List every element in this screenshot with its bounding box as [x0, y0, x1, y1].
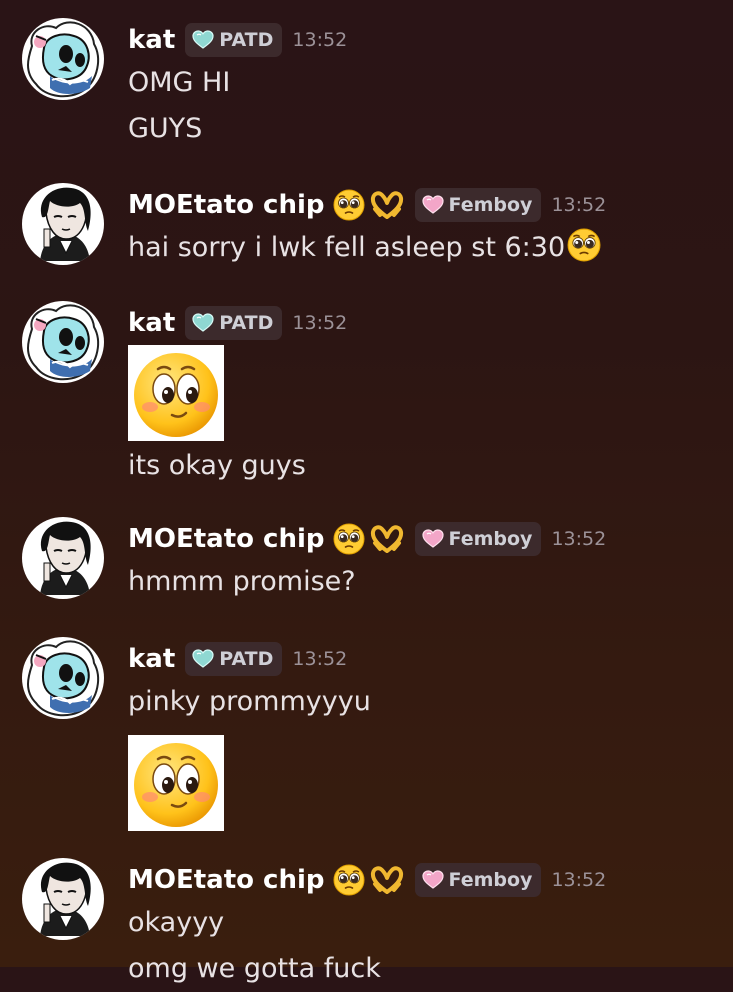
username[interactable]: MOEtato chip	[128, 865, 325, 895]
message-text: its okay guys	[128, 450, 306, 481]
server-tag-label: Femboy	[448, 528, 533, 550]
heart-icon	[422, 870, 444, 890]
server-tag[interactable]: PATD	[185, 23, 283, 57]
message-header: kat PATD 13:52	[128, 303, 713, 343]
heart-icon	[192, 30, 214, 50]
heart-icon	[192, 649, 214, 669]
message-text: GUYS	[128, 113, 203, 144]
pleading-face-emoji-icon	[333, 523, 365, 555]
avatar[interactable]	[22, 858, 104, 940]
heart-icon	[192, 313, 214, 333]
server-tag[interactable]: PATD	[185, 642, 283, 676]
server-tag[interactable]: PATD	[185, 306, 283, 340]
message-text: okayyy	[128, 907, 225, 938]
username[interactable]: MOEtato chip	[128, 524, 325, 554]
timestamp: 13:52	[551, 528, 607, 550]
heart-icon	[422, 529, 444, 549]
message-text: omg we gotta fuck	[128, 953, 381, 984]
heart-icon	[422, 195, 444, 215]
message-text: hai sorry i lwk fell asleep st 6:30	[128, 225, 713, 271]
message-header: kat PATD 13:52	[128, 639, 713, 679]
message-header: MOEtato chip Femboy 13:52	[128, 185, 713, 225]
heart-hands-emoji-icon	[369, 864, 405, 896]
avatar[interactable]	[22, 18, 104, 100]
heart-hands-emoji-icon	[369, 523, 405, 555]
avatar[interactable]	[22, 517, 104, 599]
avatar[interactable]	[22, 637, 104, 719]
avatar[interactable]	[22, 301, 104, 383]
server-tag-label: PATD	[219, 312, 274, 334]
heart-hands-emoji-icon	[369, 189, 405, 221]
timestamp: 13:52	[292, 312, 348, 334]
message-text: hmmm promise?	[128, 566, 356, 597]
timestamp: 13:52	[551, 869, 607, 891]
server-tag-label: PATD	[219, 29, 274, 51]
pleading-face-emoji-icon	[333, 189, 365, 221]
side-eye-face-emoji-icon[interactable]	[128, 735, 224, 831]
timestamp: 13:52	[292, 29, 348, 51]
chat-message-list[interactable]: kat PATD 13:52 OMG HI GUYS MOEtato chip …	[0, 0, 733, 984]
message-header: MOEtato chip Femboy 13:52	[128, 519, 713, 559]
server-tag-label: PATD	[219, 648, 274, 670]
server-tag[interactable]: Femboy	[414, 188, 542, 222]
server-tag-label: Femboy	[448, 194, 533, 216]
username[interactable]: kat	[128, 308, 175, 338]
avatar[interactable]	[22, 183, 104, 265]
username[interactable]: kat	[128, 25, 175, 55]
side-eye-face-emoji-icon[interactable]	[128, 345, 224, 441]
server-tag[interactable]: Femboy	[414, 863, 542, 897]
message-header: kat PATD 13:52	[128, 20, 713, 60]
pleading-face-emoji-icon	[567, 228, 601, 262]
server-tag-label: Femboy	[448, 869, 533, 891]
timestamp: 13:52	[292, 648, 348, 670]
username[interactable]: MOEtato chip	[128, 190, 325, 220]
username[interactable]: kat	[128, 644, 175, 674]
message-text: OMG HI	[128, 67, 231, 98]
message-header: MOEtato chip Femboy 13:52	[128, 860, 713, 900]
pleading-face-emoji-icon	[333, 864, 365, 896]
message-text: pinky prommyyyu	[128, 686, 371, 717]
timestamp: 13:52	[551, 194, 607, 216]
server-tag[interactable]: Femboy	[414, 522, 542, 556]
message-text-content: hai sorry i lwk fell asleep st 6:30	[128, 232, 566, 263]
